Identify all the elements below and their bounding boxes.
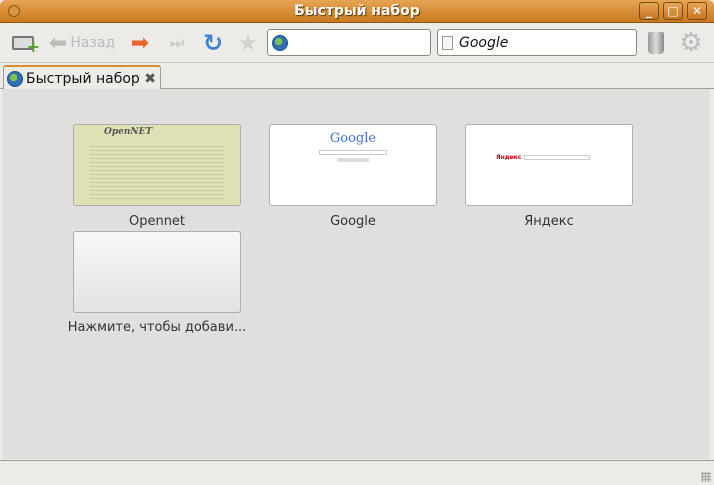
- tab-close-icon[interactable]: ✖: [144, 71, 156, 87]
- search-value: Google: [459, 34, 509, 51]
- yandex-logo: Яндекс: [496, 154, 522, 161]
- speed-dial-label: Нажмите, чтобы добави...: [67, 320, 247, 335]
- speed-dial-label: Яндекс: [524, 214, 574, 229]
- minimize-button[interactable]: _: [639, 2, 659, 20]
- status-bar: [0, 460, 714, 485]
- speed-dial-area: OpenNET Opennet Google Google Яндекс Янд…: [2, 89, 710, 459]
- trash-button[interactable]: [643, 29, 669, 57]
- speed-dial-label: Google: [330, 214, 376, 229]
- reload-button[interactable]: ↻: [199, 29, 227, 57]
- forward-button[interactable]: ➡: [126, 29, 154, 57]
- search-field[interactable]: Google: [437, 29, 637, 56]
- settings-button[interactable]: ⚙: [677, 28, 705, 58]
- window-title: Быстрый набор: [294, 3, 420, 19]
- reload-icon: ↻: [202, 29, 224, 57]
- tab-speed-dial[interactable]: Быстрый набор ✖: [3, 65, 161, 90]
- close-button[interactable]: ✕: [687, 2, 707, 20]
- new-tab-button[interactable]: +: [8, 29, 40, 57]
- google-logo: Google: [329, 131, 377, 146]
- opennet-logo: OpenNET: [104, 127, 153, 137]
- address-field[interactable]: [267, 29, 431, 56]
- resize-grip-icon[interactable]: [701, 472, 711, 482]
- back-arrow-icon: ⬅: [48, 30, 68, 56]
- tab-strip: Быстрый набор ✖: [0, 63, 714, 90]
- page-icon: [442, 35, 453, 50]
- gear-icon: ⚙: [679, 28, 703, 58]
- tab-label: Быстрый набор: [26, 70, 140, 87]
- title-bar: Быстрый набор _ □ ✕: [0, 0, 714, 23]
- globe-icon: [272, 34, 288, 51]
- bookmark-button[interactable]: ★: [234, 29, 262, 57]
- speed-dial-yandex[interactable]: Яндекс: [465, 124, 633, 206]
- speed-dial-google[interactable]: Google: [269, 124, 437, 206]
- back-label: Назад: [70, 35, 116, 51]
- forward-arrow-icon: ➡: [130, 30, 150, 56]
- fast-forward-icon: ⏭: [169, 33, 185, 52]
- speed-dial-opennet[interactable]: OpenNET: [73, 124, 241, 206]
- star-icon: ★: [238, 30, 258, 56]
- speed-dial-label: Opennet: [128, 214, 186, 229]
- toolbar: + ⬅ Назад ➡ ⏭ ↻ ★ Google ⚙: [0, 23, 714, 63]
- speed-dial-add-slot[interactable]: [73, 231, 241, 313]
- trash-icon: [648, 32, 664, 54]
- new-tab-icon: +: [12, 36, 40, 56]
- back-button[interactable]: ⬅ Назад: [46, 29, 118, 57]
- fast-forward-button[interactable]: ⏭: [163, 29, 191, 57]
- globe-icon: [7, 70, 23, 87]
- maximize-button[interactable]: □: [663, 2, 683, 20]
